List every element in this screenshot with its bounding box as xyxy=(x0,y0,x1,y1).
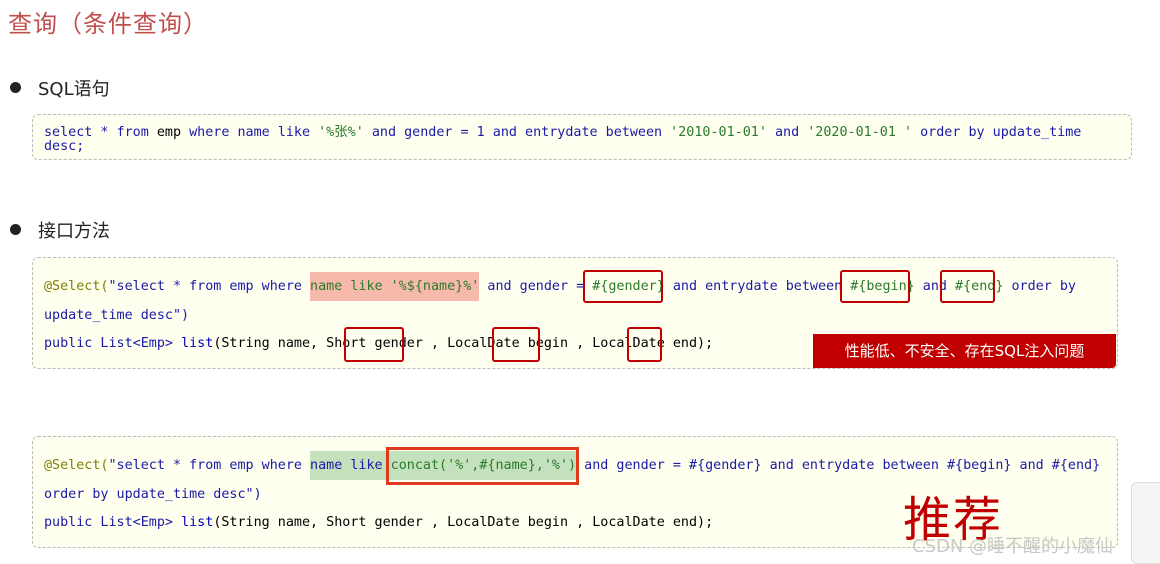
code-token: between xyxy=(605,125,663,140)
code-token: like xyxy=(277,125,311,140)
code-token: gender xyxy=(404,125,453,140)
code-token: and xyxy=(492,125,517,140)
code-token: where xyxy=(189,125,230,140)
code-token: from xyxy=(116,125,149,140)
code-token: "select * from emp where xyxy=(108,279,311,294)
code-token: update_time xyxy=(992,125,1082,140)
name-like-highlight: name like xyxy=(310,451,391,480)
code-token: and gender = xyxy=(479,279,593,294)
section-heading-sql: SQL语句 xyxy=(38,79,110,100)
code-token: order by xyxy=(920,125,985,140)
sql-line-2: desc; xyxy=(44,139,85,154)
end-arg-outline xyxy=(627,327,662,362)
recommended-line-2: order by update_time desc") xyxy=(44,487,262,502)
code-token: public List<Emp> xyxy=(44,515,182,530)
end-param-outline xyxy=(940,270,995,303)
code-token: and xyxy=(774,125,800,140)
method-name: list xyxy=(181,515,214,530)
begin-param-outline xyxy=(840,270,910,303)
code-token: '%张%' xyxy=(310,125,372,140)
recommended-line-3: public List<Emp> list(String name, Short… xyxy=(44,515,713,530)
annotation-token: @Select( xyxy=(44,458,109,473)
gender-arg-outline xyxy=(344,327,404,362)
bullet-sql xyxy=(10,82,21,93)
bullet-interface xyxy=(10,224,21,235)
code-token: '2020-01-01 ' xyxy=(799,125,921,140)
code-token: order by xyxy=(1003,279,1076,294)
code-token: public List<Emp> xyxy=(44,336,182,351)
code-token: "select * from emp where xyxy=(108,458,311,473)
section-heading-interface: 接口方法 xyxy=(38,221,110,242)
warning-banner: 性能低、不安全、存在SQL注入问题 xyxy=(813,334,1116,368)
code-token: and entrydate between xyxy=(664,279,851,294)
sql-line-1: select * from emp where name like '%张%' … xyxy=(44,120,1081,140)
interface-line-2: update_time desc") xyxy=(44,308,190,323)
code-token: and xyxy=(371,125,397,140)
code-token: '2010-01-01' xyxy=(662,125,775,140)
code-token: emp xyxy=(148,125,190,140)
code-token: select * xyxy=(44,125,117,140)
watermark: CSDN @睡不醒的小魔仙 xyxy=(912,536,1114,557)
concat-outline xyxy=(386,447,579,485)
code-token: and gender = #{gender} and entrydate bet… xyxy=(576,458,1101,473)
annotation-token: @Select( xyxy=(44,279,109,294)
sql-code-block: select * from emp where name like '%张%' … xyxy=(32,114,1132,160)
begin-arg-outline xyxy=(492,327,540,362)
dollar-placeholder-highlight: name like '%${name}%' xyxy=(310,272,480,301)
method-name: list xyxy=(181,336,214,351)
side-widget[interactable] xyxy=(1131,482,1160,564)
code-token: entrydate xyxy=(525,125,598,140)
page-title: 查询（条件查询） xyxy=(8,10,208,38)
code-token: (String name, Short gender , LocalDate b… xyxy=(213,515,714,530)
interface-line-1: @Select("select * from emp where name li… xyxy=(44,272,1076,301)
gender-param-outline xyxy=(583,270,663,303)
code-token: name xyxy=(237,125,270,140)
code-token: = 1 xyxy=(452,125,493,140)
